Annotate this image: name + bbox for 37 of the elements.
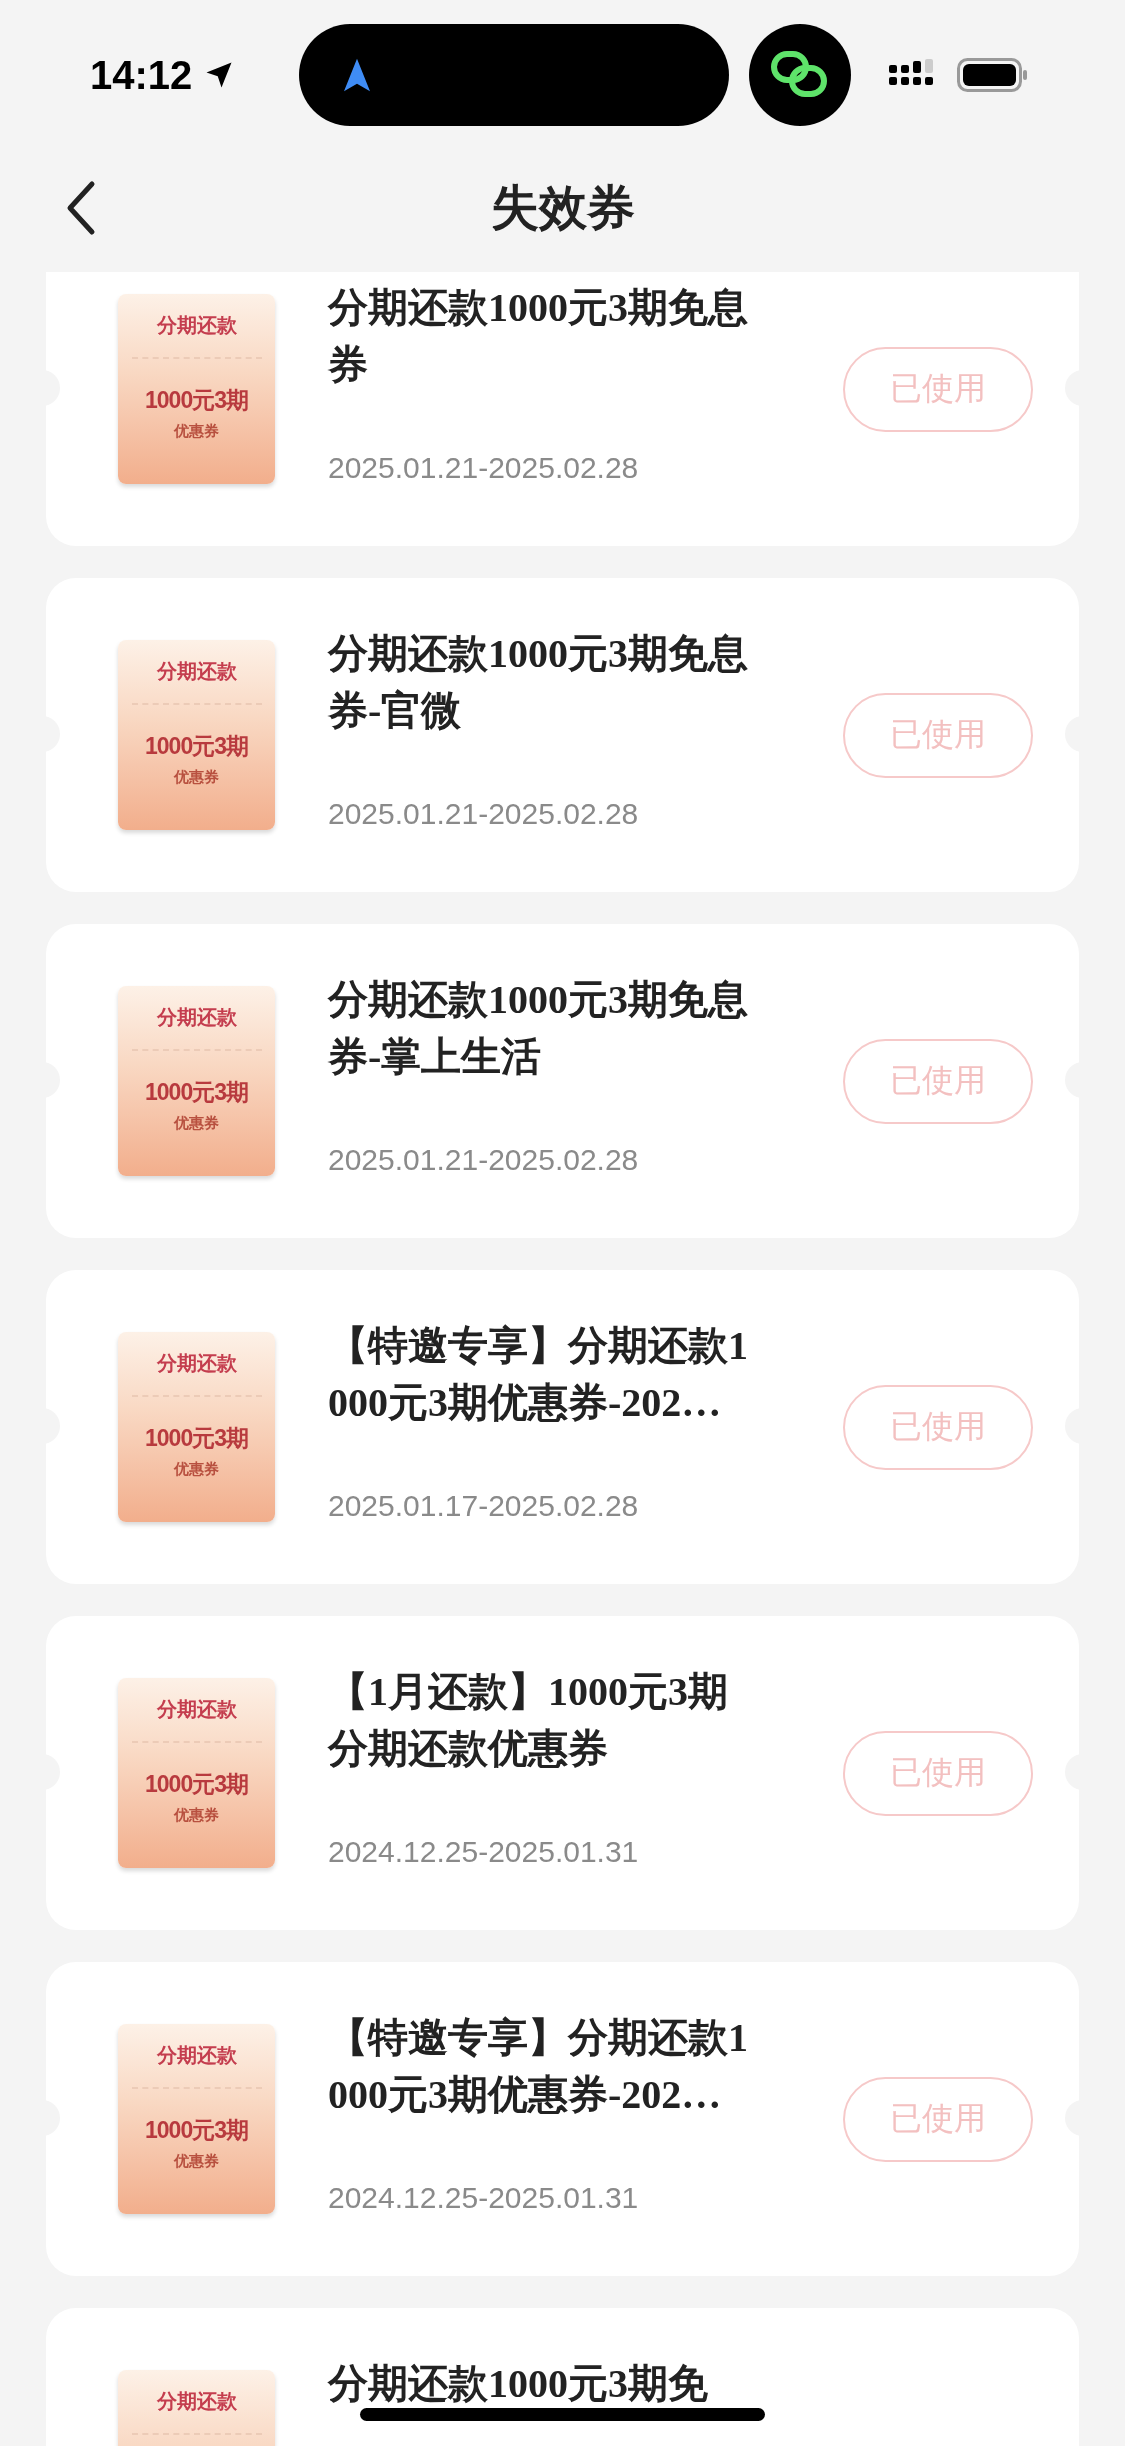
ticket-label: 分期还款 bbox=[131, 1350, 262, 1397]
navigation-arrow-icon bbox=[344, 58, 371, 92]
coupon-title: 【特邀专享】分期还款1000元3期优惠券-202… bbox=[328, 1322, 749, 1427]
status-time: 14:12 bbox=[90, 52, 193, 98]
ticket-caption: 优惠券 bbox=[174, 768, 219, 787]
ticket-amount: 1000元3期 bbox=[145, 1424, 248, 1453]
ticket-label: 分期还款 bbox=[131, 2042, 262, 2089]
validity-date: 2025.01.17-2025.02.28 bbox=[328, 1489, 640, 1523]
ticket-amount: 1000元3期 bbox=[145, 1078, 248, 1107]
ticket-label: 分期还款 bbox=[131, 2388, 262, 2435]
coupon-title: 分期还款1000元3期免息券-官微 bbox=[328, 630, 749, 735]
coupon-title: 【特邀专享】分期还款1000元3期优惠券-202… bbox=[328, 2014, 749, 2119]
ticket-amount: 1000元3期 bbox=[145, 386, 248, 415]
ticket-amount: 1000元3期 bbox=[145, 732, 248, 761]
coupon-title: 分期还款1000元3期免息券-掌上生活 bbox=[328, 976, 749, 1081]
coupon-title: 分期还款1000元3期免息券 bbox=[328, 284, 749, 389]
ticket-caption: 优惠券 bbox=[174, 1114, 219, 1133]
ticket-label: 分期还款 bbox=[131, 1004, 262, 1051]
coupon-title: 【1月还款】1000元3期分期还款优惠券 bbox=[328, 1668, 729, 1773]
ticket-amount: 1000元3期 bbox=[145, 1770, 248, 1799]
ticket-caption: 优惠券 bbox=[174, 1460, 219, 1479]
validity-date: 2025.01.21-2025.02.28 bbox=[328, 1143, 640, 1177]
ticket-label: 分期还款 bbox=[131, 658, 262, 705]
validity-date: 2024.12.25-2025.01.31 bbox=[328, 1835, 640, 1869]
coupon-title: 分期还款1000元3期免 bbox=[328, 2360, 709, 2408]
ticket-caption: 优惠券 bbox=[174, 2152, 219, 2171]
battery-icon bbox=[957, 58, 1030, 92]
ticket-caption: 优惠券 bbox=[174, 1806, 219, 1825]
coupon-card[interactable]: 分期还款 分期还款1000元3期免 bbox=[46, 2308, 1079, 2446]
validity-date: 2025.01.21-2025.02.28 bbox=[328, 797, 640, 831]
ticket-label: 分期还款 bbox=[131, 1696, 262, 1743]
ticket-amount: 1000元3期 bbox=[145, 2116, 248, 2145]
validity-date: 2024.12.25-2025.01.31 bbox=[328, 2181, 640, 2215]
ticket-caption: 优惠券 bbox=[174, 422, 219, 441]
page-title: 失效券 bbox=[490, 178, 635, 237]
ticket-label: 分期还款 bbox=[131, 312, 262, 359]
validity-date: 2025.01.21-2025.02.28 bbox=[328, 451, 640, 485]
